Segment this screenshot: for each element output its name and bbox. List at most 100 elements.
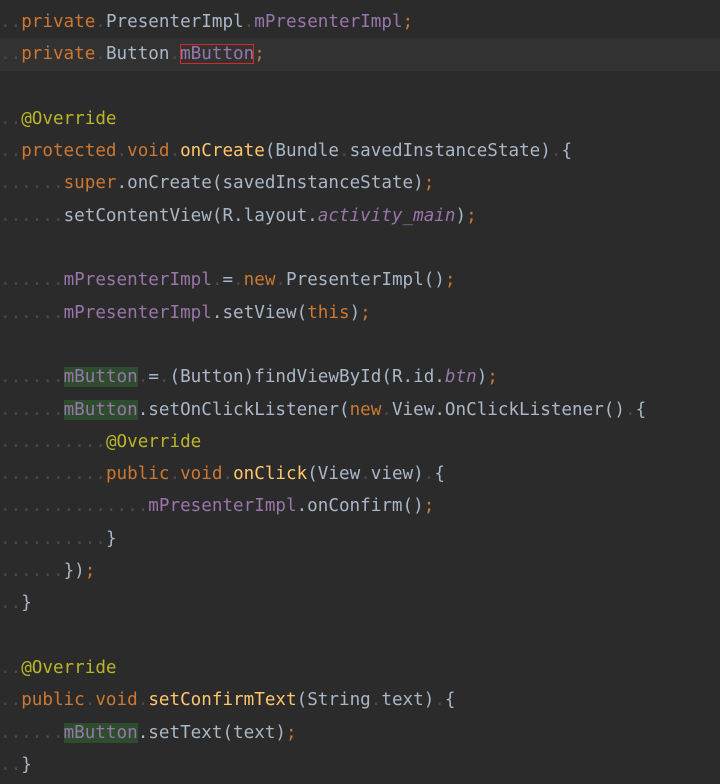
indent-whitespace: .. — [0, 12, 22, 32]
whitespace-marker: . — [243, 12, 255, 32]
code-line[interactable]: ......mButton.=.(Button)findViewById(R.i… — [0, 361, 720, 393]
code-line[interactable]: ..} — [0, 587, 720, 619]
code-token: = — [148, 367, 159, 388]
code-token: savedInstanceState) — [349, 141, 551, 162]
code-token: PresenterImpl() — [286, 270, 445, 291]
code-token: .setText(text) — [137, 722, 287, 743]
code-token: void — [180, 464, 223, 485]
code-token: @Override — [21, 108, 117, 129]
indent-whitespace: .. — [0, 44, 22, 65]
whitespace-marker: . — [339, 141, 350, 162]
whitespace-marker: . — [84, 690, 96, 711]
code-token: ) — [455, 205, 467, 226]
code-token: setContentView(R.layout. — [63, 205, 318, 226]
code-token: = — [222, 270, 234, 291]
code-line[interactable]: ..public.void.setConfirmText(String.text… — [0, 684, 720, 716]
code-line[interactable]: ......}); — [0, 555, 720, 587]
code-token: ; — [487, 367, 498, 388]
code-token: ; — [444, 270, 456, 291]
code-line[interactable]: ..@Override — [0, 103, 720, 135]
code-line[interactable] — [0, 329, 720, 361]
code-token: ; — [423, 496, 435, 517]
indent-whitespace: .. — [0, 657, 22, 678]
code-token: (String — [296, 690, 371, 711]
indent-whitespace: ...... — [0, 302, 64, 323]
code-token: (Bundle — [264, 141, 339, 162]
code-line[interactable] — [0, 620, 720, 652]
code-token: setConfirmText — [148, 690, 297, 711]
code-line[interactable]: ..private.PresenterImpl.mPresenterImpl; — [0, 6, 720, 38]
whitespace-marker: . — [233, 270, 244, 291]
indent-whitespace: ...... — [0, 367, 64, 388]
code-token: ; — [286, 722, 297, 743]
whitespace-marker: . — [550, 141, 562, 162]
code-line[interactable]: ..@Override — [0, 652, 720, 684]
code-token: mPresenterImpl — [148, 496, 297, 517]
whitespace-marker: . — [116, 141, 128, 162]
code-token: mPresenterImpl — [63, 302, 212, 323]
code-token: btn — [444, 367, 477, 388]
code-line[interactable]: ......super.onCreate(savedInstanceState)… — [0, 167, 720, 199]
code-line[interactable]: ..............mPresenterImpl.onConfirm()… — [0, 490, 720, 522]
code-token: this — [307, 302, 350, 323]
code-token: }) — [63, 561, 85, 582]
code-token: { — [561, 141, 573, 162]
indent-whitespace: ...... — [0, 722, 64, 743]
whitespace-marker: . — [137, 367, 149, 388]
whitespace-marker: . — [95, 44, 106, 65]
code-token: ) — [476, 367, 488, 388]
code-token: { — [635, 399, 647, 420]
whitespace-marker: . — [275, 270, 287, 291]
code-line[interactable]: ......mButton.setOnClickListener(new.Vie… — [0, 394, 720, 426]
code-line[interactable]: ......mPresenterImpl.=.new.PresenterImpl… — [0, 264, 720, 296]
code-token: mButton — [63, 722, 138, 743]
code-token: { — [444, 690, 456, 711]
code-line[interactable]: ..private.Button.mButton; — [0, 38, 720, 71]
code-token: .onConfirm() — [296, 496, 424, 517]
code-token: private — [21, 12, 96, 32]
code-token: onCreate — [180, 141, 265, 162]
code-token: void — [127, 141, 170, 162]
whitespace-marker: . — [211, 270, 223, 291]
code-token: ; — [254, 44, 265, 65]
code-token: Button — [105, 44, 170, 65]
whitespace-marker: . — [423, 464, 435, 485]
code-token: mButton — [63, 399, 138, 420]
code-line[interactable]: ......mButton.setText(text); — [0, 717, 720, 749]
whitespace-marker: . — [137, 690, 149, 711]
code-token: } — [105, 528, 117, 549]
code-token: text) — [381, 690, 435, 711]
indent-whitespace: .......... — [0, 431, 106, 452]
code-token: ) — [349, 302, 361, 323]
whitespace-marker: . — [381, 399, 392, 420]
code-token: public — [21, 690, 85, 711]
code-token: mButton — [63, 367, 138, 388]
code-line[interactable]: ......setContentView(R.layout.activity_m… — [0, 200, 720, 232]
code-token: super — [63, 173, 117, 194]
code-line[interactable]: ..protected.void.onCreate(Bundle.savedIn… — [0, 135, 720, 167]
code-token: (Button)findViewById(R.id. — [169, 367, 445, 388]
code-token: ; — [423, 173, 435, 194]
indent-whitespace: .. — [0, 141, 22, 162]
indent-whitespace: .. — [0, 593, 22, 614]
code-token: { — [434, 464, 445, 485]
code-token: public — [105, 464, 170, 485]
code-line[interactable]: ..........public.void.onClick(View.view)… — [0, 458, 720, 490]
indent-whitespace: .......... — [0, 464, 106, 485]
whitespace-marker: . — [625, 399, 636, 420]
code-line[interactable]: ..........@Override — [0, 426, 720, 458]
code-token: activity_main — [317, 205, 456, 226]
code-line[interactable]: ......mPresenterImpl.setView(this); — [0, 297, 720, 329]
whitespace-marker: . — [360, 464, 371, 485]
code-token: mPresenterImpl — [63, 270, 212, 291]
code-line[interactable]: ..} — [0, 749, 720, 781]
code-token: ; — [84, 561, 96, 582]
indent-whitespace: ...... — [0, 205, 64, 226]
indent-whitespace: .. — [0, 690, 22, 711]
code-editor[interactable]: ..private.PresenterImpl.mPresenterImpl;.… — [0, 6, 720, 781]
code-line[interactable] — [0, 71, 720, 103]
code-token: view) — [370, 464, 424, 485]
code-line[interactable] — [0, 232, 720, 264]
whitespace-marker: . — [158, 367, 170, 388]
code-line[interactable]: ..........} — [0, 523, 720, 555]
